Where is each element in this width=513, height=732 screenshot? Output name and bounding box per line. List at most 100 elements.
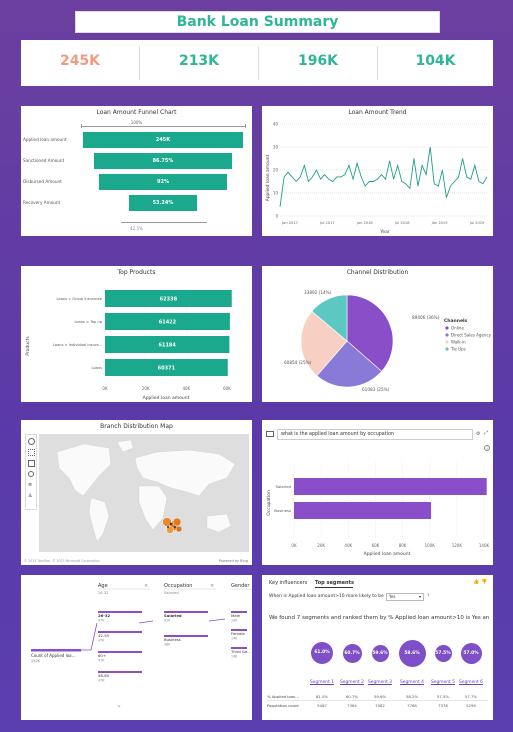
top-products-xlabel: Applied loan amount [143,395,190,401]
top-products-svg: Products 62338 Loans > Group Insurance 614… [25,286,232,401]
tp-bar-label: Loans > Individual Insura... [53,343,102,347]
funnel-bar-value: 92% [157,179,169,185]
decomp-root[interactable]: Count of Applied loa... 252K [31,649,81,663]
segment-circle[interactable]: 57.0% [460,642,482,664]
segment-name[interactable]: Segment 5 [429,680,457,685]
occ-xtick: 0K [291,543,297,548]
decomp-item-label: Business [164,637,181,642]
decomp-column-sub: 26-32 [98,591,108,595]
decomp-item-label: 60+ [98,653,106,658]
funnel-stage-label: Applied loan amount [23,137,67,142]
segment-name[interactable]: Segment 3 [366,680,394,685]
decomp-item-value: 14K [231,637,238,641]
report-title: Bank Loan Summary [176,14,339,30]
legend-item[interactable]: Walk-in [451,340,466,345]
segment-circle[interactable]: 59.6% [371,644,389,662]
segment-name[interactable]: Segment 1 [308,680,336,685]
kpi-card-2[interactable]: 213K [140,40,258,86]
trend-chart-card[interactable]: Loan Amount Trend Applied loan amount 40… [262,106,493,236]
channel-pie-svg: 89406 (36%) 61083 (25%) 60854 (25%) 33892 (… [284,290,492,392]
search-icon[interactable] [28,471,34,477]
trend-line [279,146,488,207]
decomp-column-header[interactable]: Gender [231,583,250,589]
tp-bar-label: Loans > Group Insurance [56,297,102,301]
legend-icon[interactable]: ≡ [28,482,35,489]
globe-icon[interactable] [28,438,35,445]
map-toolbar: ≡ ♙ [25,434,37,510]
population-row-label: Population count [267,703,299,708]
decomp-item-label: Male [231,613,241,618]
select-icon[interactable] [28,460,35,467]
funnel-bar[interactable]: 86.75% [93,153,233,169]
segment-circle[interactable]: 61.0% [311,642,333,664]
thumbs-down-icon[interactable]: 👎 [481,579,487,585]
segment-circle[interactable]: 57.5% [434,644,452,662]
legend-swatch [445,340,449,344]
occ-bar-label: Business [274,508,291,513]
chevron-down-icon[interactable]: ⌄ [116,701,122,709]
funnel-bar[interactable]: 92% [99,174,227,190]
decomp-item-label: Salaried [164,613,182,618]
decomp-column-header[interactable]: Age [98,583,108,589]
tab-key-influencers[interactable]: Key influencers [269,580,307,586]
segment-circle[interactable]: 60.7% [342,643,362,663]
kpi-card-1[interactable]: 245K [21,40,139,86]
funnel-bar[interactable]: 245K [83,132,243,148]
person-icon[interactable]: ♙ [28,493,35,500]
decomp-root-label: Count of Applied loa... [31,653,75,658]
segment-name[interactable]: Segment 6 [457,680,485,685]
funnel-chart-card[interactable]: Loan Amount Funnel Chart 100% 42.5% 245K… [21,106,252,236]
segment-name[interactable]: Segment 4 [398,680,426,685]
influencer-question: When is Applied loan amount>10 more like… [269,594,384,599]
decomp-item-value: 19K [231,619,238,623]
occ-bar[interactable] [294,478,487,495]
outcome-select[interactable]: Yes ▾ [386,593,424,601]
branch-map-card[interactable]: Branch Distribution Map ≡ ♙ © 2023 TomTo… [21,420,252,565]
occ-xtick: 60K [372,543,380,548]
segment-pct: 60.7% [345,694,359,699]
segment-population: 7768 [407,703,417,708]
trend-ytick: 10 [273,191,279,196]
segment-pct: 57.5% [436,694,450,699]
occupation-bar-svg: Occupation Salaried Business 0K 20K 40K 60K 8… [266,460,490,557]
funnel-bar-value: 86.75% [152,158,174,164]
map-svg[interactable] [39,434,249,552]
thumbs-up-icon[interactable]: 👍 [473,579,479,585]
segment-circle[interactable]: 58.6% [398,639,426,667]
tp-bar-value: 62338 [160,297,178,303]
tp-bar-value: 61184 [159,343,177,349]
occ-xtick: 120K [452,543,463,548]
decomp-item-value: 14K [231,655,238,659]
legend-swatch [445,347,449,351]
key-influencers-card[interactable]: Key influencers Top segments 👍 👎 When is… [262,575,493,720]
kpi-card-4[interactable]: 104K [378,40,493,86]
decomp-item-value: 41K [164,619,171,623]
qna-card[interactable]: what is the applied loan amount by occup… [262,420,493,565]
trend-xticks: Jan 2017 Jul 2017 Jan 2018 Jul 2018 Jan 2019… [281,221,485,225]
trend-xtick: Jul 2017 [319,221,335,225]
tp-bars: 62338 Loans > Group Insurance 61422 Loans >… [53,290,232,376]
occ-xticks: 0K 20K 40K 60K 80K 100K 120K 140K [291,543,489,548]
kpi-row: 245K 213K 196K 104K [21,40,493,86]
channel-distribution-card[interactable]: Channel Distribution 89406 (36%) 61083 (2… [262,266,493,402]
legend-item[interactable]: Online [451,326,464,331]
legend-item[interactable]: Tie Ups [450,347,466,352]
occupation-ylabel: Occupation [266,490,272,516]
grid-icon[interactable] [28,449,35,456]
funnel-bar[interactable]: 53.24% [129,195,197,211]
decomposition-tree-card[interactable]: Count of Applied loa... 252K Age × 26-32 26… [21,575,252,720]
close-icon[interactable]: × [210,583,214,589]
segment-name[interactable]: Segment 2 [338,680,366,685]
kpi-card-3[interactable]: 196K [259,40,377,86]
close-icon[interactable]: × [144,583,148,589]
help-icon[interactable]: ? [427,594,429,599]
tab-top-segments[interactable]: Top segments [315,580,354,586]
occ-bar[interactable] [294,502,432,519]
legend-item[interactable]: Direct Sales Agency [451,333,492,338]
segments-summary: We found 7 segments and ranked them by %… [269,615,489,621]
kpi-value: 104K [415,53,456,69]
decomp-column-sub: Salaried [164,591,179,595]
decomp-column-header[interactable]: Occupation [164,583,192,589]
top-products-card[interactable]: Top Products Products 62338 Loans > Group… [21,266,252,402]
trend-yticks: 40 30 20 10 0 [273,122,279,219]
